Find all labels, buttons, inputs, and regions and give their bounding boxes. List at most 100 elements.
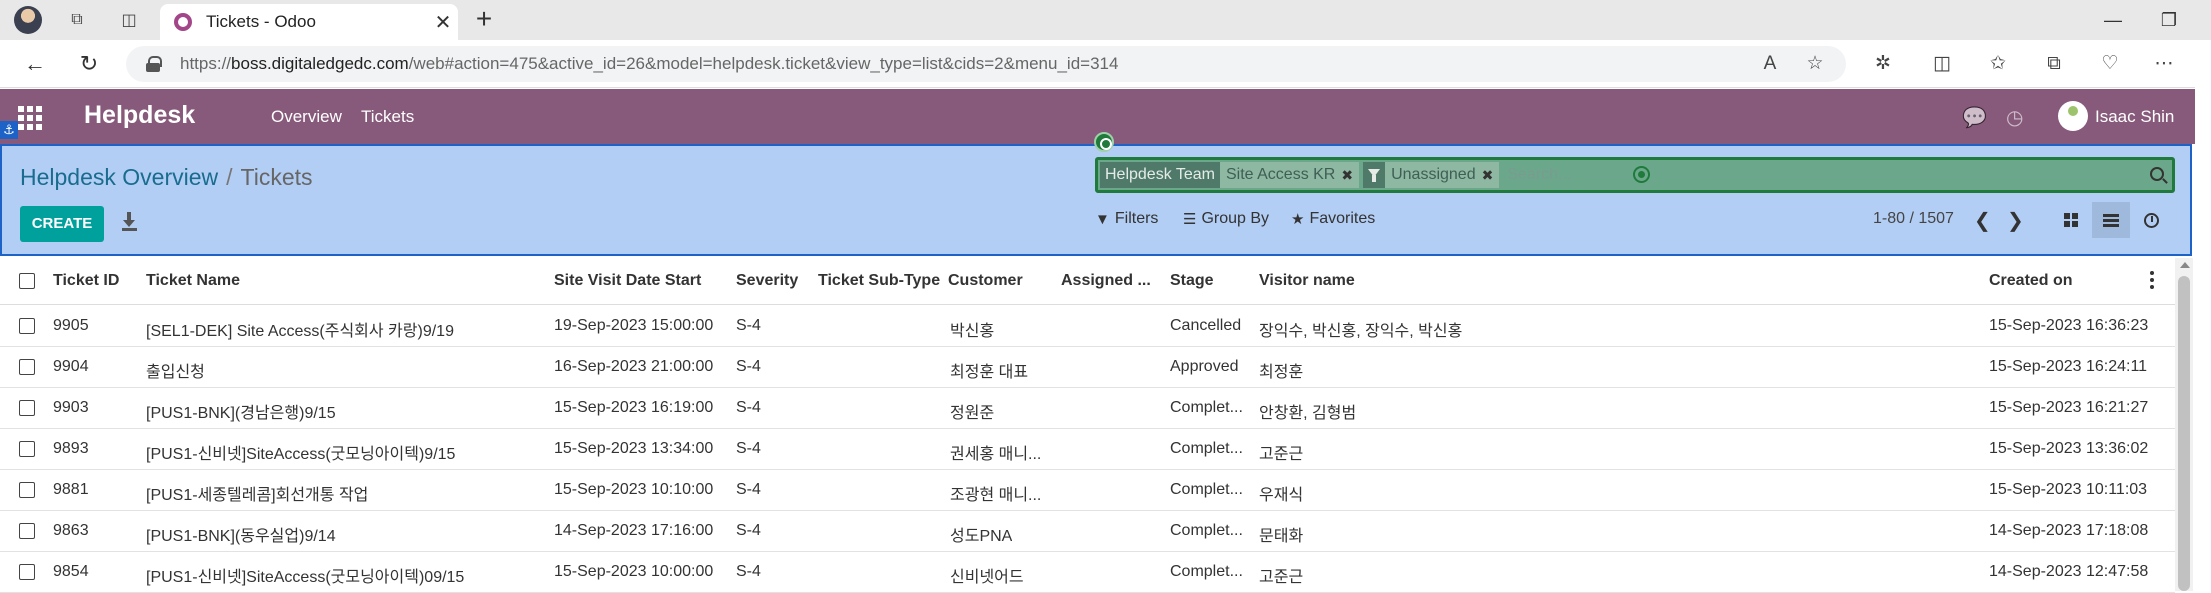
column-site-visit-date[interactable]: Site Visit Date Start (554, 272, 701, 290)
scroll-up-arrow-icon[interactable] (2180, 262, 2190, 268)
search-icon[interactable] (2150, 167, 2164, 181)
cell-customer: 박신홍 (950, 323, 995, 340)
facet-helpdesk-team: Helpdesk Team Site Access KR ✖ (1100, 162, 1360, 188)
nav-overview[interactable]: Overview (271, 107, 342, 127)
row-checkbox[interactable] (19, 441, 35, 457)
table-row[interactable]: 9903 [PUS1-BNK](경남은행)9/15 15-Sep-2023 16… (0, 388, 2175, 429)
column-customer[interactable]: Customer (948, 272, 1023, 290)
browser-essentials-icon[interactable]: ♡ (2096, 50, 2124, 78)
cell-visitor-name: 안창환, 김형범 (1259, 405, 1357, 422)
table-row[interactable]: 9904 출입신청 16-Sep-2023 21:00:00 S-4 최정훈 대… (0, 347, 2175, 388)
pager-value[interactable]: 1-80 / 1507 (1873, 210, 1954, 228)
refresh-icon[interactable]: ↻ (74, 50, 104, 78)
favorites-list-icon[interactable]: ✩ (1984, 50, 2012, 78)
table-row[interactable]: 9863 [PUS1-BNK](동우실업)9/14 14-Sep-2023 17… (0, 511, 2175, 552)
pager-next-icon[interactable]: ❯ (2007, 208, 2024, 233)
cell-created-on: 15-Sep-2023 16:21:27 (1989, 399, 2149, 416)
optional-columns-icon[interactable] (2150, 271, 2154, 289)
nav-tickets[interactable]: Tickets (361, 107, 414, 127)
profile-avatar[interactable] (14, 6, 42, 34)
workspaces-icon[interactable]: ⧉ (66, 10, 88, 30)
new-tab-button[interactable]: + (468, 4, 500, 36)
row-checkbox[interactable] (19, 523, 35, 539)
column-created-on[interactable]: Created on (1989, 272, 2073, 290)
chat-icon[interactable]: 💬 (1962, 105, 1987, 130)
apps-menu-icon[interactable] (18, 106, 42, 130)
facet-value: Unassigned (1391, 166, 1476, 183)
cell-site-visit-date: 19-Sep-2023 15:00:00 (554, 317, 714, 334)
search-input[interactable] (1507, 166, 1648, 184)
filter-funnel-icon (1363, 162, 1386, 188)
activity-clock-icon[interactable]: ◷ (2006, 105, 2023, 130)
user-avatar[interactable] (2058, 101, 2088, 131)
cell-ticket-name: [PUS1-신비넷]SiteAccess(굿모닝아이텍)09/15 (146, 569, 465, 586)
read-aloud-icon[interactable]: A (1756, 50, 1784, 78)
table-row[interactable]: 9881 [PUS1-세종텔레콤]회선개통 작업 15-Sep-2023 10:… (0, 470, 2175, 511)
row-checkbox[interactable] (19, 359, 35, 375)
group-by-button[interactable]: ☰ Group By (1183, 210, 1269, 228)
row-checkbox[interactable] (19, 482, 35, 498)
column-ticket-name[interactable]: Ticket Name (146, 272, 240, 290)
create-button[interactable]: CREATE (20, 206, 104, 242)
cell-ticket-name: 출입신청 (146, 364, 205, 381)
column-ticket-sub-type[interactable]: Ticket Sub-Type (818, 272, 940, 290)
column-ticket-id[interactable]: Ticket ID (53, 272, 119, 290)
cell-ticket-id: 9863 (53, 522, 89, 539)
facet-label: Helpdesk Team (1100, 162, 1220, 188)
lock-icon[interactable] (146, 56, 162, 72)
cell-visitor-name: 고준근 (1259, 446, 1304, 463)
row-checkbox[interactable] (19, 564, 35, 580)
cell-ticket-name: [SEL1-DEK] Site Access(주식회사 카랑)9/19 (146, 323, 454, 340)
cell-site-visit-date: 15-Sep-2023 10:10:00 (554, 481, 714, 498)
column-stage[interactable]: Stage (1170, 272, 1214, 290)
clock-icon (2143, 212, 2159, 228)
collections-icon[interactable]: ⧉ (2040, 50, 2068, 78)
split-screen-icon[interactable]: ◫ (1928, 50, 1956, 78)
extensions-icon[interactable]: ✲ (1869, 50, 1897, 78)
group-by-label: Group By (1201, 210, 1270, 227)
activity-view-button[interactable] (2132, 202, 2170, 238)
facet-remove-icon[interactable]: ✖ (1482, 162, 1494, 188)
tab-close-icon[interactable]: ✕ (428, 10, 458, 35)
breadcrumb-parent[interactable]: Helpdesk Overview (20, 164, 218, 190)
row-checkbox[interactable] (19, 400, 35, 416)
browser-tab-active[interactable]: Tickets - Odoo ✕ (160, 4, 458, 40)
url-field[interactable]: https://boss.digitaledgedc.com/web#actio… (126, 46, 1846, 82)
cell-customer: 최정훈 대표 (950, 364, 1029, 381)
browser-tab-strip: ⧉ ◫ Tickets - Odoo ✕ + — ❐ (0, 0, 2211, 40)
cell-ticket-id: 9854 (53, 563, 89, 580)
column-assigned[interactable]: Assigned ... (1061, 272, 1151, 290)
cell-visitor-name: 문태화 (1259, 528, 1304, 545)
tab-actions-icon[interactable]: ◫ (118, 10, 140, 30)
back-arrow-icon[interactable]: ← (20, 50, 50, 78)
table-row[interactable]: 9893 [PUS1-신비넷]SiteAccess(굿모닝아이텍)9/15 15… (0, 429, 2175, 470)
facet-remove-icon[interactable]: ✖ (1341, 162, 1353, 188)
select-all-checkbox[interactable] (19, 273, 35, 289)
restore-button[interactable]: ❐ (2154, 6, 2184, 34)
cell-created-on: 15-Sep-2023 10:11:03 (1989, 481, 2148, 498)
app-brand[interactable]: Helpdesk (84, 101, 195, 130)
kanban-view-button[interactable] (2052, 202, 2090, 238)
favorites-button[interactable]: ★ Favorites (1291, 210, 1375, 228)
kanban-icon (2064, 213, 2078, 227)
search-bar[interactable]: Helpdesk Team Site Access KR ✖ Unassigned… (1095, 157, 2175, 193)
list-view-button[interactable] (2092, 202, 2130, 238)
filters-button[interactable]: ▼ Filters (1095, 210, 1158, 228)
filter-icon: ▼ (1095, 210, 1110, 228)
cell-customer: 신비넷어드 (950, 569, 1024, 586)
column-visitor-name[interactable]: Visitor name (1259, 272, 1355, 290)
table-row[interactable]: 9905 [SEL1-DEK] Site Access(주식회사 카랑)9/19… (0, 306, 2175, 347)
column-severity[interactable]: Severity (736, 272, 798, 290)
favorite-star-icon[interactable]: ☆ (1801, 50, 1829, 78)
cell-ticket-id: 9904 (53, 358, 89, 375)
row-checkbox[interactable] (19, 318, 35, 334)
cell-ticket-name: [PUS1-BNK](경남은행)9/15 (146, 405, 336, 422)
minimize-button[interactable]: — (2098, 6, 2128, 34)
table-row[interactable]: 9854 [PUS1-신비넷]SiteAccess(굿모닝아이텍)09/15 1… (0, 552, 2175, 593)
cell-severity: S-4 (736, 522, 761, 539)
url-prefix: https:// (180, 54, 232, 73)
scrollbar-thumb[interactable] (2178, 276, 2190, 591)
more-menu-icon[interactable]: ⋯ (2150, 50, 2178, 78)
user-name[interactable]: Isaac Shin (2095, 107, 2174, 127)
pager-previous-icon[interactable]: ❮ (1974, 208, 1991, 233)
